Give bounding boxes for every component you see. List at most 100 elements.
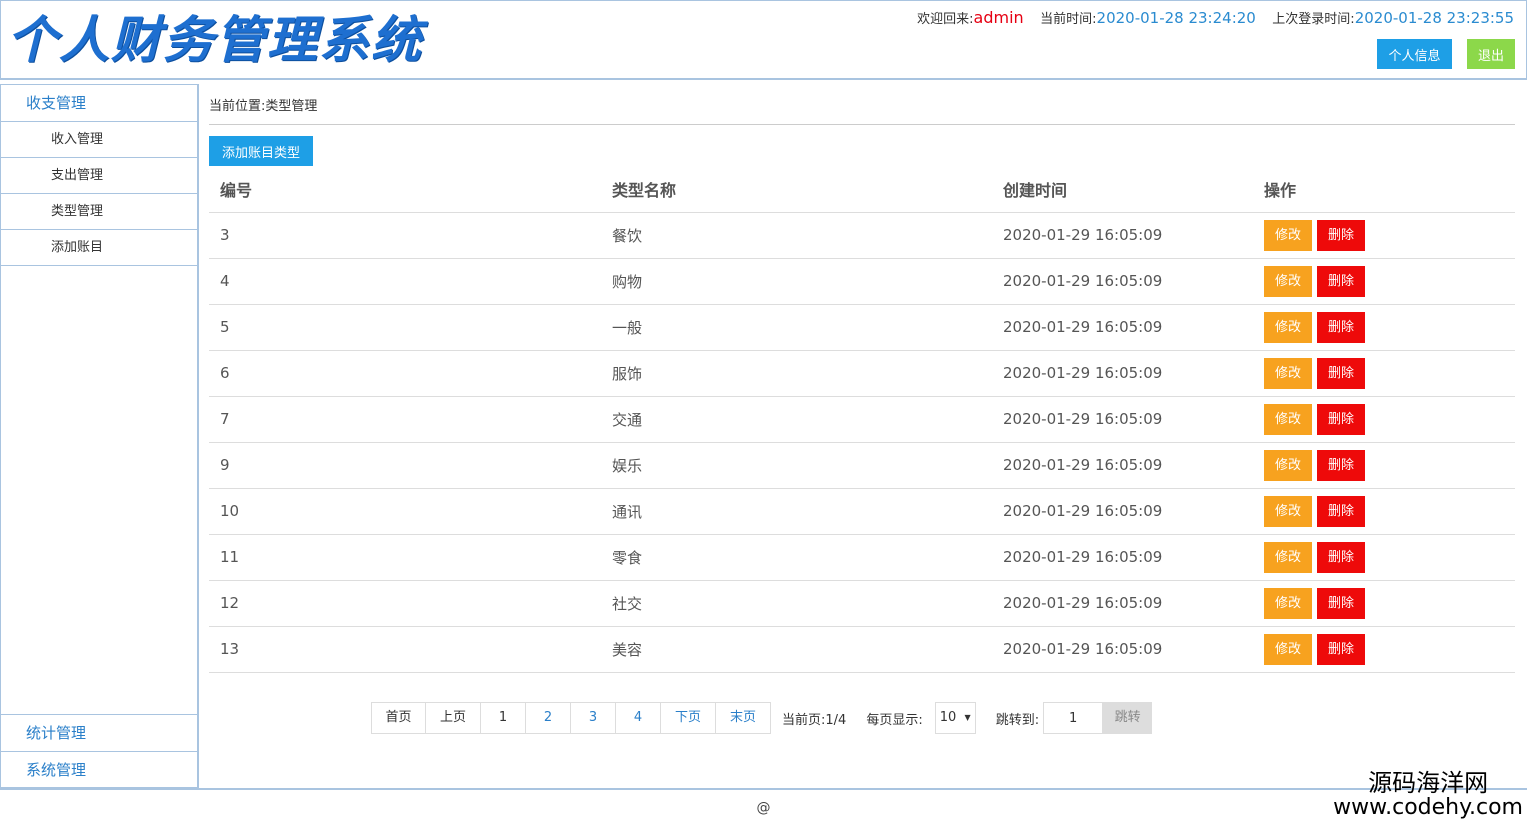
sidebar-group-stats[interactable]: 统计管理 xyxy=(1,714,198,751)
jump-label: 跳转到: xyxy=(995,712,1040,728)
cell-created-time: 2020-01-29 16:05:09 xyxy=(992,488,1253,535)
edit-button[interactable]: 修改 xyxy=(1264,541,1312,573)
cell-created-time: 2020-01-29 16:05:09 xyxy=(992,304,1253,351)
column-header-name: 类型名称 xyxy=(601,166,992,213)
table-row: 10 通讯 2020-01-29 16:05:09 修改 删除 xyxy=(209,488,1515,535)
edit-button[interactable]: 修改 xyxy=(1264,403,1312,435)
page-size-select[interactable]: 10 ▼ xyxy=(934,702,976,734)
cell-actions: 修改 删除 xyxy=(1253,626,1515,673)
page-button-3[interactable]: 3 xyxy=(570,702,616,734)
cell-type-name: 购物 xyxy=(601,258,992,305)
table-row: 12 社交 2020-01-29 16:05:09 修改 删除 xyxy=(209,580,1515,627)
edit-button[interactable]: 修改 xyxy=(1264,449,1312,481)
delete-button[interactable]: 删除 xyxy=(1317,541,1365,573)
cell-actions: 修改 删除 xyxy=(1253,304,1515,351)
watermark-line2: www.codehy.com xyxy=(1333,795,1523,820)
delete-button[interactable]: 删除 xyxy=(1317,633,1365,665)
next-page-button[interactable]: 下页 xyxy=(660,702,716,734)
cell-created-time: 2020-01-29 16:05:09 xyxy=(992,396,1253,443)
profile-button[interactable]: 个人信息 xyxy=(1377,39,1452,69)
table-row: 4 购物 2020-01-29 16:05:09 修改 删除 xyxy=(209,258,1515,305)
page-button-2[interactable]: 2 xyxy=(525,702,571,734)
sidebar-item-expense[interactable]: 支出管理 xyxy=(1,158,197,194)
cell-actions: 修改 删除 xyxy=(1253,580,1515,627)
delete-button[interactable]: 删除 xyxy=(1317,219,1365,251)
delete-button[interactable]: 删除 xyxy=(1317,587,1365,619)
cell-id: 3 xyxy=(209,212,601,259)
cell-created-time: 2020-01-29 16:05:09 xyxy=(992,580,1253,627)
delete-button[interactable]: 删除 xyxy=(1317,265,1365,297)
delete-button[interactable]: 删除 xyxy=(1317,449,1365,481)
breadcrumb: 当前位置:类型管理 xyxy=(209,86,1515,125)
add-type-button[interactable]: 添加账目类型 xyxy=(209,136,313,166)
cell-id: 10 xyxy=(209,488,601,535)
last-login-label: 上次登录时间: xyxy=(1272,12,1355,27)
column-header-id: 编号 xyxy=(209,166,601,213)
edit-button[interactable]: 修改 xyxy=(1264,587,1312,619)
cell-actions: 修改 删除 xyxy=(1253,396,1515,443)
cell-type-name: 服饰 xyxy=(601,350,992,397)
cell-actions: 修改 删除 xyxy=(1253,212,1515,259)
table-row: 11 零食 2020-01-29 16:05:09 修改 删除 xyxy=(209,534,1515,581)
sidebar-item-types[interactable]: 类型管理 xyxy=(1,194,197,230)
delete-button[interactable]: 删除 xyxy=(1317,495,1365,527)
pagination: 首页 上页 1 2 3 4 下页 末页 当前页:1/4 每页显示: 10 ▼ 跳… xyxy=(371,702,1153,734)
delete-button[interactable]: 删除 xyxy=(1317,311,1365,343)
edit-button[interactable]: 修改 xyxy=(1264,495,1312,527)
cell-created-time: 2020-01-29 16:05:09 xyxy=(992,534,1253,581)
cell-type-name: 零食 xyxy=(601,534,992,581)
page-size-label: 每页显示: xyxy=(866,712,923,728)
last-page-button[interactable]: 末页 xyxy=(715,702,771,734)
cell-type-name: 交通 xyxy=(601,396,992,443)
sidebar-item-income[interactable]: 收入管理 xyxy=(1,122,197,158)
table-row: 5 一般 2020-01-29 16:05:09 修改 删除 xyxy=(209,304,1515,351)
page-size-value: 10 xyxy=(939,710,957,725)
footer-text: @ xyxy=(756,800,771,816)
main-content: 当前位置:类型管理 添加账目类型 编号 类型名称 创建时间 操作 3 餐饮 2020… xyxy=(209,86,1515,786)
cell-actions: 修改 删除 xyxy=(1253,488,1515,535)
edit-button[interactable]: 修改 xyxy=(1264,311,1312,343)
cell-created-time: 2020-01-29 16:05:09 xyxy=(992,258,1253,305)
edit-button[interactable]: 修改 xyxy=(1264,219,1312,251)
cell-id: 9 xyxy=(209,442,601,489)
watermark-line1: 源码海洋网 xyxy=(1368,769,1489,797)
watermark: 源码海洋网 www.codehy.com xyxy=(1333,770,1523,820)
cell-id: 6 xyxy=(209,350,601,397)
logout-button[interactable]: 退出 xyxy=(1467,39,1515,69)
delete-button[interactable]: 删除 xyxy=(1317,357,1365,389)
cell-actions: 修改 删除 xyxy=(1253,350,1515,397)
prev-page-button[interactable]: 上页 xyxy=(425,702,481,734)
cell-created-time: 2020-01-29 16:05:09 xyxy=(992,626,1253,673)
edit-button[interactable]: 修改 xyxy=(1264,357,1312,389)
sidebar-item-add-entry[interactable]: 添加账目 xyxy=(1,230,197,266)
sidebar-group-system[interactable]: 系统管理 xyxy=(1,751,198,788)
cell-type-name: 娱乐 xyxy=(601,442,992,489)
welcome-label: 欢迎回来: xyxy=(917,12,974,27)
edit-button[interactable]: 修改 xyxy=(1264,633,1312,665)
column-header-actions: 操作 xyxy=(1253,166,1515,213)
page-button-4[interactable]: 4 xyxy=(615,702,661,734)
column-header-created: 创建时间 xyxy=(992,166,1253,213)
jump-button[interactable]: 跳转 xyxy=(1103,702,1153,734)
cell-id: 11 xyxy=(209,534,601,581)
cell-created-time: 2020-01-29 16:05:09 xyxy=(992,350,1253,397)
footer: @ xyxy=(0,788,1527,824)
first-page-button[interactable]: 首页 xyxy=(371,702,426,734)
delete-button[interactable]: 删除 xyxy=(1317,403,1365,435)
top-info: 欢迎回来:admin 当前时间:2020-01-28 23:24:20 上次登录… xyxy=(917,8,1514,27)
table-header-row: 编号 类型名称 创建时间 操作 xyxy=(209,166,1515,213)
page-button-1[interactable]: 1 xyxy=(480,702,526,734)
jump-page-input[interactable] xyxy=(1043,702,1104,734)
sidebar-group-income-expense[interactable]: 收支管理 xyxy=(1,85,197,122)
cell-created-time: 2020-01-29 16:05:09 xyxy=(992,212,1253,259)
cell-type-name: 社交 xyxy=(601,580,992,627)
types-table: 编号 类型名称 创建时间 操作 3 餐饮 2020-01-29 16:05:09 修改… xyxy=(209,166,1515,673)
edit-button[interactable]: 修改 xyxy=(1264,265,1312,297)
username: admin xyxy=(973,8,1024,27)
cell-type-name: 一般 xyxy=(601,304,992,351)
table-row: 3 餐饮 2020-01-29 16:05:09 修改 删除 xyxy=(209,212,1515,259)
cell-type-name: 餐饮 xyxy=(601,212,992,259)
cell-actions: 修改 删除 xyxy=(1253,442,1515,489)
cell-type-name: 通讯 xyxy=(601,488,992,535)
table-row: 9 娱乐 2020-01-29 16:05:09 修改 删除 xyxy=(209,442,1515,489)
